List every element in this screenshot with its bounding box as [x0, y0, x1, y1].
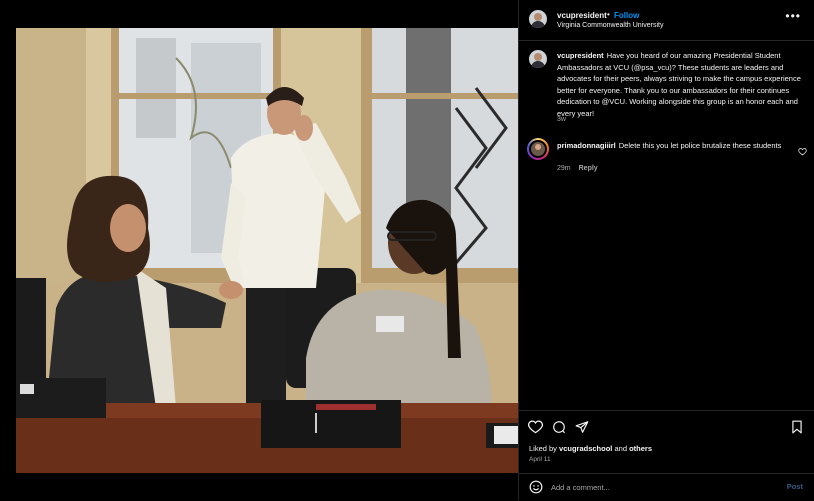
caption-username[interactable]: vcupresident [557, 51, 604, 60]
comment-body: primadonnagiiirl Delete this you let poli… [557, 140, 787, 151]
emoji-icon[interactable] [529, 480, 543, 499]
post-photo[interactable] [16, 28, 518, 473]
comment-timestamp: 29m [557, 165, 571, 172]
comment-icon[interactable] [552, 420, 566, 439]
likes-summary: Liked by vcugradschool and others [529, 444, 652, 453]
post-location[interactable]: Virginia Commonwealth University [557, 22, 663, 29]
comment-like-heart-icon[interactable] [798, 143, 807, 161]
post-side-panel: vcupresident • Follow Virginia Commonwea… [518, 0, 814, 500]
likes-prefix: Liked by [529, 444, 557, 453]
caption-author-avatar[interactable] [529, 50, 547, 68]
author-username[interactable]: vcupresident [557, 11, 607, 20]
action-bar [519, 410, 814, 441]
liked-by-user[interactable]: vcugradschool [559, 444, 612, 453]
bookmark-icon[interactable] [791, 420, 803, 439]
header-separator: • [607, 10, 610, 19]
comment-username[interactable]: primadonnagiiirl [557, 141, 616, 150]
heart-icon[interactable] [528, 420, 543, 439]
likes-middle: and [614, 444, 627, 453]
post-header: vcupresident • Follow Virginia Commonwea… [519, 0, 814, 41]
comment-meta: 29m Reply [557, 165, 598, 172]
caption-timestamp: 3w [557, 116, 566, 123]
author-avatar[interactable] [529, 10, 547, 28]
caption-body: vcupresident Have you heard of our amazin… [557, 50, 805, 119]
comment-input[interactable] [551, 479, 771, 495]
comment-text: Delete this you let police brutalize the… [618, 141, 782, 150]
photo-illustration [16, 28, 518, 473]
post-comment-button[interactable]: Post [787, 482, 803, 491]
post-date: April 11 [529, 456, 551, 463]
add-comment-bar: Post [519, 473, 814, 501]
share-icon[interactable] [575, 420, 589, 439]
more-options-icon[interactable]: ••• [785, 9, 801, 23]
likes-others[interactable]: others [629, 444, 652, 453]
caption-text: Have you heard of our amazing Presidenti… [557, 51, 801, 118]
follow-button[interactable]: Follow [614, 11, 639, 20]
reply-button[interactable]: Reply [579, 165, 598, 172]
commenter-avatar[interactable] [527, 138, 549, 160]
